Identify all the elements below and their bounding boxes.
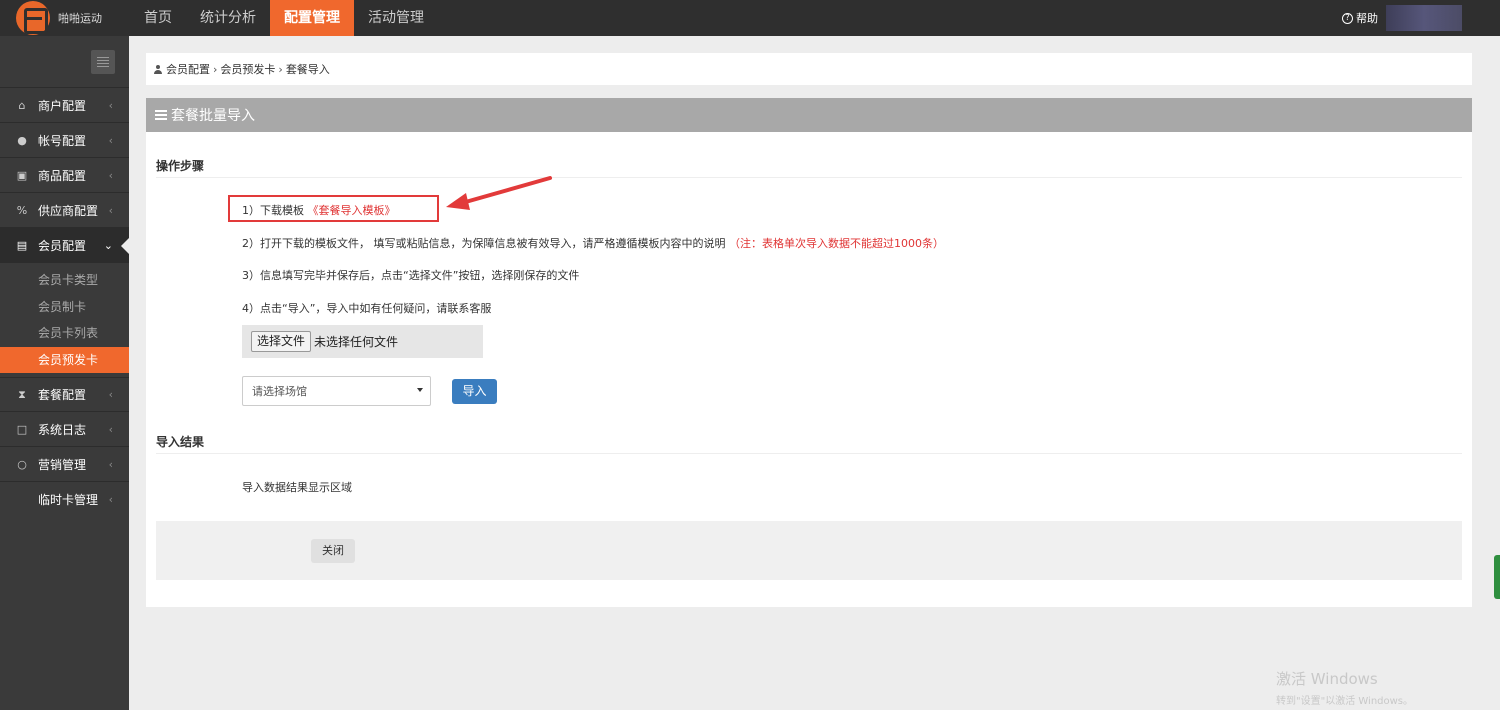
help-label: 帮助	[1356, 12, 1378, 25]
question-icon: ?	[1342, 12, 1353, 24]
member-submenu: 会员卡类型 会员制卡 会员卡列表 会员预发卡	[0, 263, 129, 377]
sidebar-item-label: 套餐配置	[38, 388, 87, 402]
sidebar-item-marketing[interactable]: ○ 营销管理 ‹	[0, 447, 129, 482]
file-status: 未选择任何文件	[314, 335, 399, 349]
annotation-arrow-icon	[446, 176, 552, 210]
sidebar-item-label: 商户配置	[38, 98, 87, 113]
sidebar-toggle-button[interactable]	[91, 50, 115, 74]
watermark-line1: 激活 Windows	[1276, 670, 1378, 688]
nav-statistics[interactable]: 统计分析	[186, 0, 270, 36]
step-3: 3）信息填写完毕并保存后，点击“选择文件”按钮，选择刚保存的文件	[242, 269, 580, 282]
user-icon	[154, 64, 162, 74]
divider	[156, 453, 1462, 454]
submenu-item-card-type[interactable]: 会员卡类型	[0, 267, 129, 294]
choose-file-button[interactable]: 选择文件	[251, 331, 312, 352]
submenu-item-precard[interactable]: 会员预发卡	[0, 346, 129, 373]
sidebar-item-label: 系统日志	[38, 422, 87, 437]
windows-watermark: 激活 Windows 转到"设置"以激活 Windows。	[1276, 668, 1413, 707]
chevron-left-icon: ‹	[108, 493, 113, 506]
top-right: ? 帮助	[1342, 0, 1500, 36]
chevron-down-icon: ⌄	[103, 238, 113, 252]
logo[interactable]: 啪啪运动	[0, 0, 130, 36]
venue-select-value: 请选择场馆	[252, 385, 307, 398]
close-button[interactable]: 关闭	[311, 539, 355, 563]
sidebar-item-merchant[interactable]: ⌂ 商户配置 ‹	[0, 88, 129, 123]
breadcrumb-separator: ›	[278, 62, 283, 76]
breadcrumb-item[interactable]: 会员预发卡	[220, 61, 275, 77]
step-4: 4）点击“导入”，导入中如有任何疑问，请联系客服	[242, 302, 492, 315]
top-bar: 啪啪运动 首页 统计分析 配置管理 活动管理 ? 帮助	[0, 0, 1500, 36]
breadcrumb-current: 套餐导入	[285, 63, 330, 76]
panel-footer: 关闭	[156, 521, 1462, 580]
id-card-icon: ▤	[16, 238, 28, 252]
circle-icon: ○	[17, 457, 27, 471]
panel-header: 套餐批量导入	[146, 98, 1472, 132]
breadcrumb: 会员配置 › 会员预发卡 › 套餐导入	[146, 53, 1472, 85]
nav-config[interactable]: 配置管理	[270, 0, 354, 36]
gift-icon: ▣	[16, 168, 28, 182]
sidebar-item-member[interactable]: ▤ 会员配置 ⌄	[0, 228, 129, 263]
chevron-left-icon: ‹	[108, 388, 113, 401]
nav-home[interactable]: 首页	[130, 0, 186, 36]
sidebar-item-label: 商品配置	[38, 168, 87, 183]
breadcrumb-separator: ›	[213, 62, 218, 76]
bars-icon	[155, 110, 167, 120]
sidebar-item-label: 营销管理	[38, 457, 87, 472]
result-area: 导入数据结果显示区域	[242, 481, 352, 494]
logo-text: 啪啪运动	[58, 12, 102, 25]
panel-title: 套餐批量导入	[171, 108, 255, 124]
chevron-left-icon: ‹	[108, 133, 113, 147]
divider	[156, 177, 1462, 178]
chevron-left-icon: ‹	[108, 98, 113, 112]
sidebar: ⌂ 商户配置 ‹ ● 帐号配置 ‹ ▣ 商品配置 ‹ % 供应商配置 ‹ ▤ 会…	[0, 36, 129, 710]
chevron-left-icon: ‹	[108, 203, 113, 217]
note-icon: □	[16, 422, 28, 436]
top-nav: 首页 统计分析 配置管理 活动管理	[130, 0, 438, 36]
step-2-note: （注：表格单次导入数据不能超过1000条）	[729, 237, 944, 250]
step-1: 1）下载模板 《套餐导入模板》	[242, 202, 396, 218]
sidebar-item-tempcard[interactable]: 临时卡管理 ‹	[0, 482, 129, 517]
sidebar-item-label: 临时卡管理	[38, 493, 99, 507]
step-2: 2）打开下载的模板文件， 填写或粘贴信息，为保障信息被有效导入，请严格遵循模板内…	[242, 235, 944, 251]
chevron-left-icon: ‹	[108, 457, 113, 471]
submenu-item-card-list[interactable]: 会员卡列表	[0, 320, 129, 347]
sidebar-item-supplier[interactable]: % 供应商配置 ‹	[0, 193, 129, 228]
sidebar-item-label: 供应商配置	[38, 203, 99, 218]
sidebar-item-goods[interactable]: ▣ 商品配置 ‹	[0, 158, 129, 193]
chevron-left-icon: ‹	[108, 168, 113, 182]
watermark-line2: 转到"设置"以激活 Windows。	[1276, 696, 1414, 707]
sidebar-item-syslog[interactable]: □ 系统日志 ‹	[0, 412, 129, 447]
link-icon: %	[16, 203, 28, 217]
home-icon: ⌂	[18, 98, 26, 112]
nav-activity[interactable]: 活动管理	[354, 0, 438, 36]
step-2-text: 2）打开下载的模板文件， 填写或粘贴信息，为保障信息被有效导入，请严格遵循模板内…	[242, 237, 726, 250]
sidebar-item-label: 帐号配置	[38, 133, 87, 148]
sidebar-toggle-row	[0, 36, 129, 88]
chevron-left-icon: ‹	[108, 422, 113, 436]
user-icon: ●	[17, 133, 27, 147]
result-heading: 导入结果	[156, 435, 205, 449]
breadcrumb-item[interactable]: 会员配置	[166, 61, 210, 77]
logo-icon	[16, 1, 50, 35]
sidebar-item-label: 会员配置	[38, 238, 87, 253]
import-button[interactable]: 导入	[452, 379, 497, 404]
step-1-text: 1）下载模板	[242, 204, 304, 217]
template-download-link[interactable]: 《套餐导入模板》	[308, 204, 396, 217]
submenu-item-make-card[interactable]: 会员制卡	[0, 294, 129, 321]
import-panel: 套餐批量导入 操作步骤 1）下载模板 《套餐导入模板》 2）打开下载的模板文件，…	[146, 98, 1472, 607]
sidebar-item-package[interactable]: ⧗ 套餐配置 ‹	[0, 377, 129, 412]
caret-down-icon	[417, 388, 423, 392]
sidebar-item-account[interactable]: ● 帐号配置 ‹	[0, 123, 129, 158]
venue-select[interactable]: 请选择场馆	[242, 376, 431, 406]
steps-heading: 操作步骤	[156, 159, 205, 173]
user-avatar[interactable]	[1386, 5, 1462, 31]
edge-tab[interactable]	[1494, 555, 1500, 599]
file-input-area: 选择文件 未选择任何文件	[242, 325, 483, 358]
help-link[interactable]: ? 帮助	[1342, 10, 1378, 26]
hourglass-icon: ⧗	[18, 387, 26, 401]
